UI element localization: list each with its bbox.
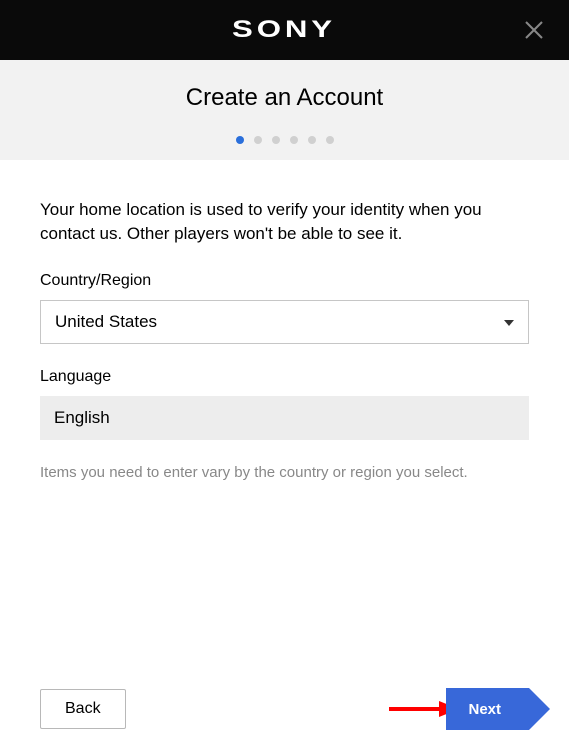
step-dot (290, 136, 298, 144)
country-select[interactable]: United States (40, 300, 529, 344)
language-value: English (54, 408, 110, 428)
subheader: Create an Account (0, 60, 569, 160)
back-button[interactable]: Back (40, 689, 126, 729)
step-dot (254, 136, 262, 144)
country-label: Country/Region (40, 272, 529, 290)
close-button[interactable] (523, 19, 545, 41)
sony-logo: SONY (232, 16, 336, 44)
country-value: United States (55, 312, 157, 332)
main-content: Your home location is used to verify you… (0, 160, 569, 481)
intro-text: Your home location is used to verify you… (40, 198, 529, 246)
language-field: English (40, 396, 529, 440)
step-dot (272, 136, 280, 144)
footer-buttons: Back Next (40, 688, 529, 730)
step-dot (308, 136, 316, 144)
next-button-wrap: Next (446, 688, 529, 730)
header-bar: SONY (0, 0, 569, 60)
step-dot (236, 136, 244, 144)
progress-dots (0, 136, 569, 144)
step-dot (326, 136, 334, 144)
next-button[interactable]: Next (446, 688, 529, 730)
page-title: Create an Account (0, 84, 569, 112)
chevron-down-icon (504, 313, 514, 331)
close-icon (523, 19, 545, 41)
hint-text: Items you need to enter vary by the coun… (40, 464, 529, 481)
language-label: Language (40, 368, 529, 386)
